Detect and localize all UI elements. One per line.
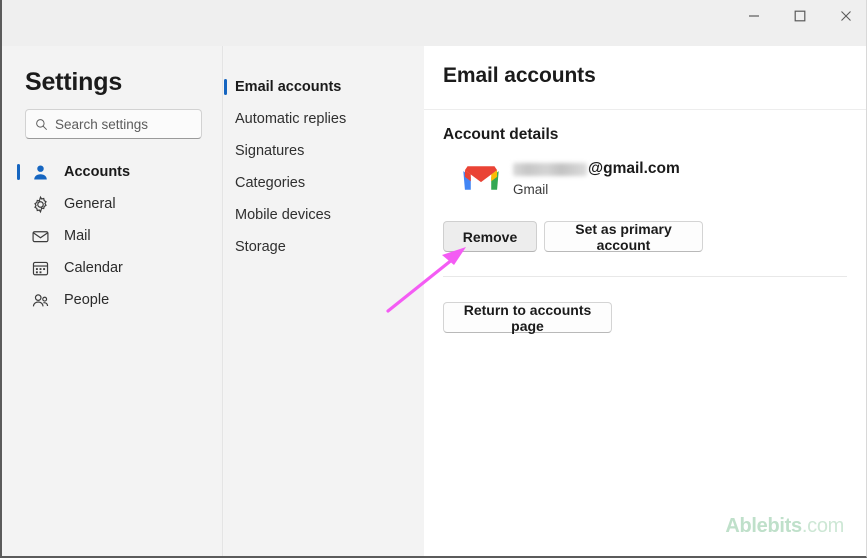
minimize-icon [749,15,759,17]
people-icon [30,290,50,310]
search-input[interactable] [55,116,195,132]
maximize-button[interactable] [777,0,823,32]
sidebar-item-label: Mail [64,228,91,244]
selection-indicator [224,79,227,95]
watermark: Ablebits.com [725,515,844,538]
subnav-item-label: Categories [235,175,306,191]
sidebar-item-label: General [64,196,116,212]
minimize-button[interactable] [731,0,777,32]
content-divider-top [424,109,866,110]
content-title: Email accounts [443,64,596,87]
redacted-email-local-part [513,162,587,176]
sidebar-item-label: Accounts [64,164,131,180]
sidebar-item-accounts[interactable]: Accounts [16,156,212,188]
account-email: @gmail.com [513,158,680,180]
maximize-icon [794,10,806,22]
remove-button[interactable]: Remove [443,221,537,252]
content-panel: Email accounts Account details @gmail.co [424,46,866,556]
set-as-primary-account-button[interactable]: Set as primary account [544,221,703,253]
email-domain: @gmail.com [588,160,680,177]
sidebar: Settings Accounts [4,46,223,556]
sidebar-item-people[interactable]: People [16,284,212,316]
close-button[interactable] [823,0,866,32]
watermark-tld: .com [801,515,844,537]
subnav-item-label: Email accounts [235,79,342,95]
sidebar-item-mail[interactable]: Mail [16,220,212,252]
return-to-accounts-page-button[interactable]: Return to accounts page [443,302,612,334]
subnav-item-email-accounts[interactable]: Email accounts [224,73,424,101]
page-title: Settings [25,68,123,96]
close-icon [841,11,851,21]
subnav-item-label: Signatures [235,143,305,159]
subnav-item-signatures[interactable]: Signatures [224,137,424,165]
subnav-item-label: Storage [235,239,286,255]
settings-window: Settings Accounts [0,0,867,558]
subnav-item-automatic-replies[interactable]: Automatic replies [224,105,424,133]
section-heading: Account details [443,126,559,143]
subnav-item-label: Mobile devices [235,207,331,223]
person-icon [30,162,50,182]
sidebar-item-general[interactable]: General [16,188,212,220]
subnav-item-categories[interactable]: Categories [224,169,424,197]
account-provider: Gmail [513,182,549,197]
sidebar-item-label: Calendar [64,260,123,276]
search-icon [35,118,48,131]
title-bar [2,0,866,46]
gear-icon [30,194,50,214]
calendar-icon [30,258,50,278]
sidebar-item-calendar[interactable]: Calendar [16,252,212,284]
subnav-item-mobile-devices[interactable]: Mobile devices [224,201,424,229]
gmail-icon [462,163,500,193]
subnav-item-label: Automatic replies [235,111,347,127]
settings-subnav: Email accounts Automatic replies Signatu… [224,46,424,556]
content-divider-bottom [443,276,847,277]
watermark-brand: Ablebits [725,515,802,537]
account-row: @gmail.com Gmail [443,158,847,208]
sidebar-item-label: People [64,292,110,308]
envelope-icon [30,226,50,246]
search-input-wrapper[interactable] [25,109,202,139]
subnav-item-storage[interactable]: Storage [224,233,424,261]
selection-indicator [17,164,20,180]
